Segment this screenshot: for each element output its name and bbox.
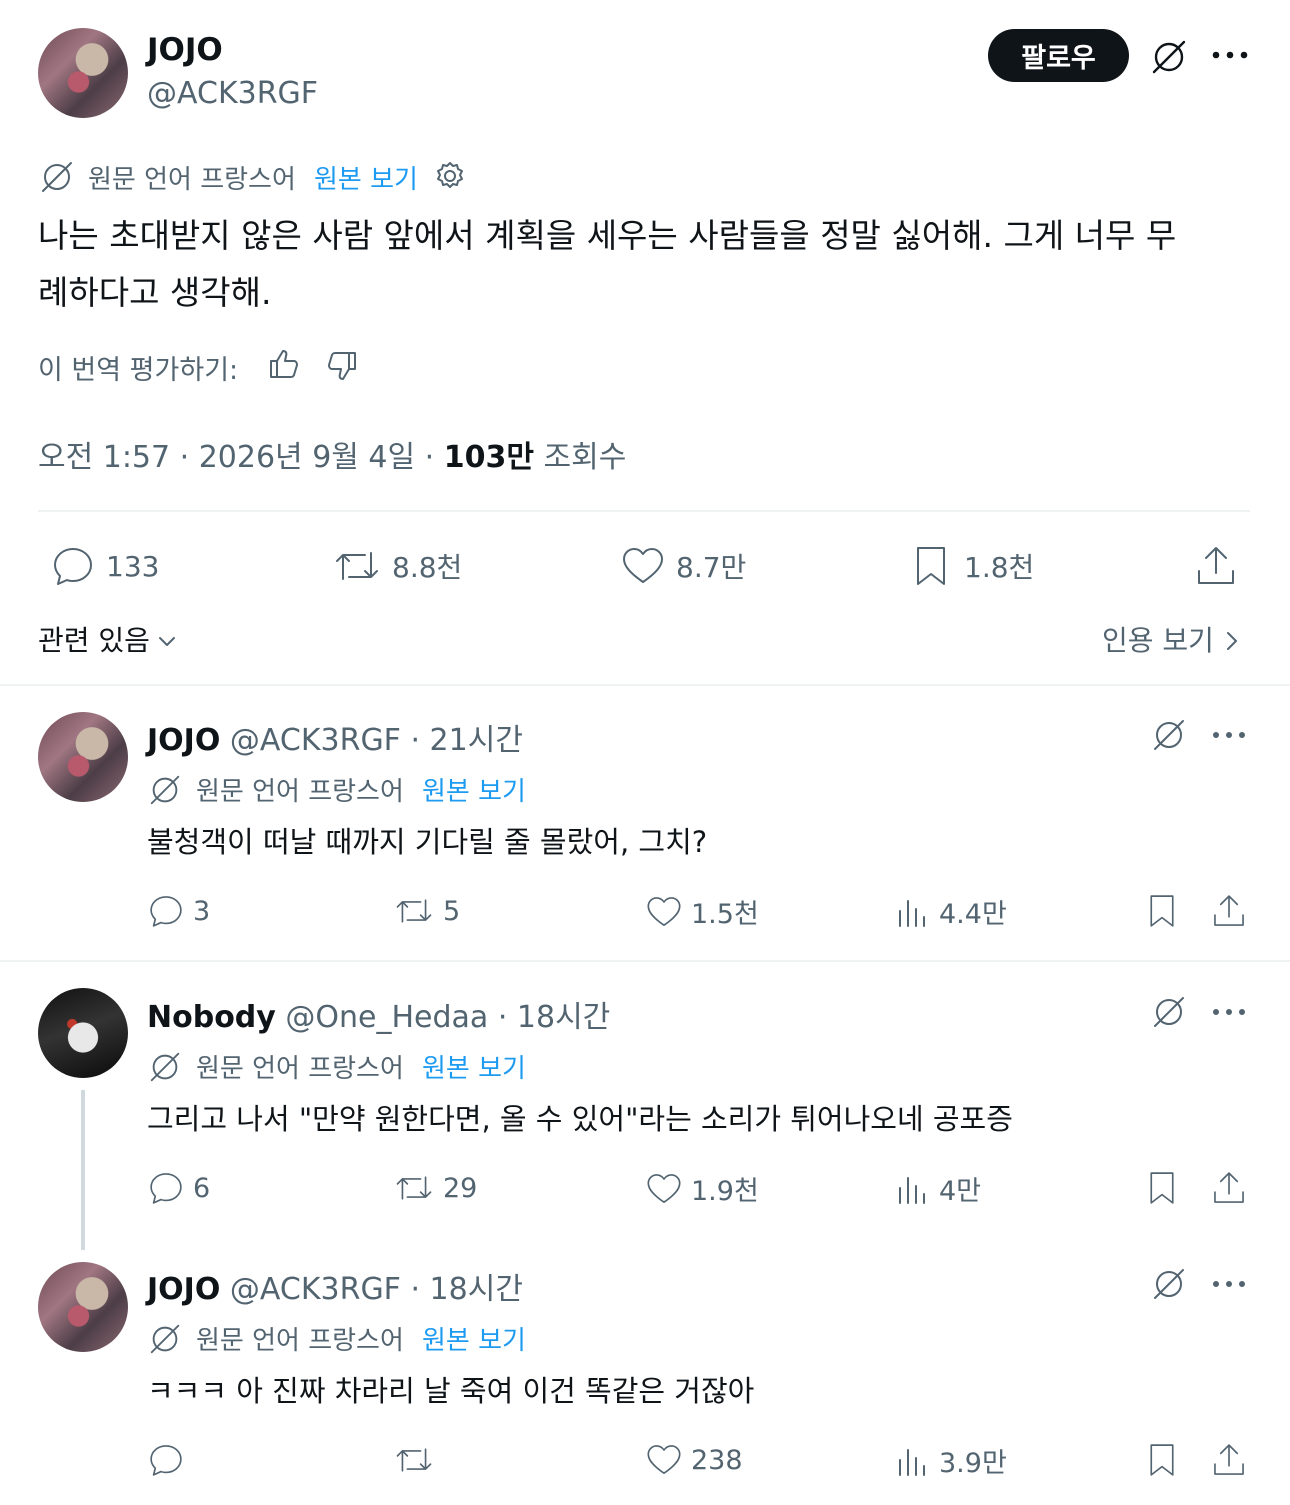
translation-label: 원문 언어 프랑스어 <box>88 165 296 195</box>
views-count: 3.9만 <box>939 1448 1007 1479</box>
reply-avatar[interactable] <box>38 988 128 1078</box>
follow-button-label: 팔로우 <box>1021 43 1096 74</box>
translation-label: 원문 언어 프랑스어 <box>196 1326 404 1356</box>
tweet-timestamp-row: 오전 1:57 · 2026년 9월 4일 · 103만 조회수 <box>38 432 626 476</box>
reply-text: 그리고 나서 "만약 원한다면, 올 수 있어"라는 소리가 튀어나오네 공포증 <box>147 1102 1013 1136</box>
like-count: 238 <box>691 1444 743 1476</box>
reply-author-name[interactable]: JOJO <box>147 1272 220 1307</box>
author-name[interactable]: JOJO <box>147 32 223 68</box>
bookmark-button[interactable]: 1.8천 <box>908 543 1034 589</box>
like-count: 8.7만 <box>676 551 747 584</box>
bookmark-icon[interactable] <box>1143 1441 1181 1479</box>
tweet-text-line-1: 나는 초대받지 않은 사람 앞에서 계획을 세우는 사람들을 정말 싫어해. 그… <box>38 216 1177 255</box>
view-original-link[interactable]: 원본 보기 <box>422 1048 526 1085</box>
translate-icon <box>147 1321 183 1357</box>
view-original-link[interactable]: 원본 보기 <box>422 771 526 808</box>
views-count: 103만 <box>443 440 534 475</box>
bookmark-icon[interactable] <box>1143 1169 1181 1207</box>
reply-avatar[interactable] <box>38 712 128 802</box>
retweet-button[interactable]: 29 <box>393 1169 477 1207</box>
like-button[interactable]: 1.5천 <box>645 892 759 931</box>
reply-header: JOJO @ACK3RGF · 18시간 <box>147 1264 523 1308</box>
reply-text: ㅋㅋㅋ 아 진짜 차라리 날 죽여 이건 똑같은 거잖아 <box>147 1374 755 1408</box>
translation-label: 원문 언어 프랑스어 <box>196 777 404 807</box>
like-count: 1.5천 <box>691 899 759 930</box>
related-dropdown[interactable]: 관련 있음 <box>38 619 180 659</box>
bookmark-count: 1.8천 <box>964 551 1035 584</box>
divider <box>38 510 1250 512</box>
more-icon[interactable] <box>1211 1274 1247 1294</box>
tweet-time[interactable]: 오전 1:57 · 2026년 9월 4일 · <box>38 440 444 475</box>
chevron-down-icon <box>158 637 175 646</box>
reply-meta[interactable]: @One_Hedaa · 18시간 <box>285 1000 610 1035</box>
related-label: 관련 있음 <box>38 624 150 657</box>
author-handle[interactable]: @ACK3RGF <box>147 76 318 111</box>
more-icon[interactable] <box>1210 45 1250 65</box>
chevron-right-icon <box>1226 632 1237 650</box>
reply-avatar[interactable] <box>38 1262 128 1352</box>
translate-icon <box>38 158 76 196</box>
share-icon[interactable] <box>1193 543 1239 589</box>
share-icon[interactable] <box>1210 1169 1248 1207</box>
settings-gear-icon[interactable] <box>433 159 467 193</box>
grok-icon[interactable] <box>1148 36 1190 78</box>
reply-button[interactable]: 133 <box>50 543 159 589</box>
rate-translation-label: 이 번역 평가하기: <box>38 355 239 386</box>
retweet-button[interactable]: 5 <box>393 892 460 930</box>
like-button[interactable]: 238 <box>645 1441 743 1479</box>
reply-button[interactable]: 3 <box>147 892 210 930</box>
bookmark-icon[interactable] <box>1143 892 1181 930</box>
views-button[interactable]: 3.9만 <box>893 1441 1007 1480</box>
translate-icon <box>147 772 183 808</box>
view-quotes-link[interactable]: 인용 보기 <box>1102 619 1244 659</box>
reply-author-name[interactable]: JOJO <box>147 723 220 758</box>
grok-icon[interactable] <box>1150 716 1188 754</box>
grok-icon[interactable] <box>1150 993 1188 1031</box>
retweet-count: 29 <box>443 1172 478 1204</box>
thumbs-down-icon[interactable] <box>324 348 360 384</box>
retweet-button[interactable]: 8.8천 <box>332 543 462 589</box>
retweet-count: 8.8천 <box>392 551 463 584</box>
retweet-count: 5 <box>443 895 461 927</box>
views-count: 4만 <box>939 1176 982 1207</box>
views-button[interactable]: 4.4만 <box>893 892 1007 931</box>
tweet-text-line-2: 례하다고 생각해. <box>38 273 272 312</box>
reply-count: 133 <box>106 549 160 583</box>
like-button[interactable]: 1.9천 <box>645 1169 759 1208</box>
reply-count: 3 <box>193 895 211 927</box>
view-original-link[interactable]: 원본 보기 <box>422 1320 526 1357</box>
reply-meta[interactable]: @ACK3RGF · 21시간 <box>230 723 523 758</box>
views-button[interactable]: 4만 <box>893 1169 981 1208</box>
divider <box>0 684 1290 686</box>
reply-button[interactable]: 6 <box>147 1169 210 1207</box>
like-count: 1.9천 <box>691 1176 759 1207</box>
share-icon[interactable] <box>1210 1441 1248 1479</box>
reply-header: Nobody @One_Hedaa · 18시간 <box>147 992 610 1036</box>
thumbs-up-icon[interactable] <box>266 346 302 382</box>
more-icon[interactable] <box>1211 1002 1247 1022</box>
reply-author-name[interactable]: Nobody <box>147 1000 276 1035</box>
reply-count: 6 <box>193 1172 211 1204</box>
view-original-link[interactable]: 원본 보기 <box>314 159 418 196</box>
reply-button[interactable] <box>147 1441 193 1479</box>
share-icon[interactable] <box>1210 892 1248 930</box>
views-label: 조회수 <box>533 440 627 475</box>
views-count: 4.4만 <box>939 899 1007 930</box>
divider <box>0 960 1290 962</box>
follow-button[interactable]: 팔로우 <box>988 29 1129 82</box>
reply-meta[interactable]: @ACK3RGF · 18시간 <box>230 1272 523 1307</box>
grok-icon[interactable] <box>1150 1265 1188 1303</box>
retweet-button[interactable] <box>393 1441 443 1479</box>
author-avatar[interactable] <box>38 28 128 118</box>
reply-text: 불청객이 떠날 때까지 기다릴 줄 몰랐어, 그치? <box>147 825 708 859</box>
view-quotes-label: 인용 보기 <box>1102 624 1214 657</box>
translation-label: 원문 언어 프랑스어 <box>196 1054 404 1084</box>
more-icon[interactable] <box>1211 725 1247 745</box>
translate-icon <box>147 1049 183 1085</box>
like-button[interactable]: 8.7만 <box>620 543 746 589</box>
reply-header: JOJO @ACK3RGF · 21시간 <box>147 715 523 759</box>
thread-line <box>81 1090 85 1250</box>
